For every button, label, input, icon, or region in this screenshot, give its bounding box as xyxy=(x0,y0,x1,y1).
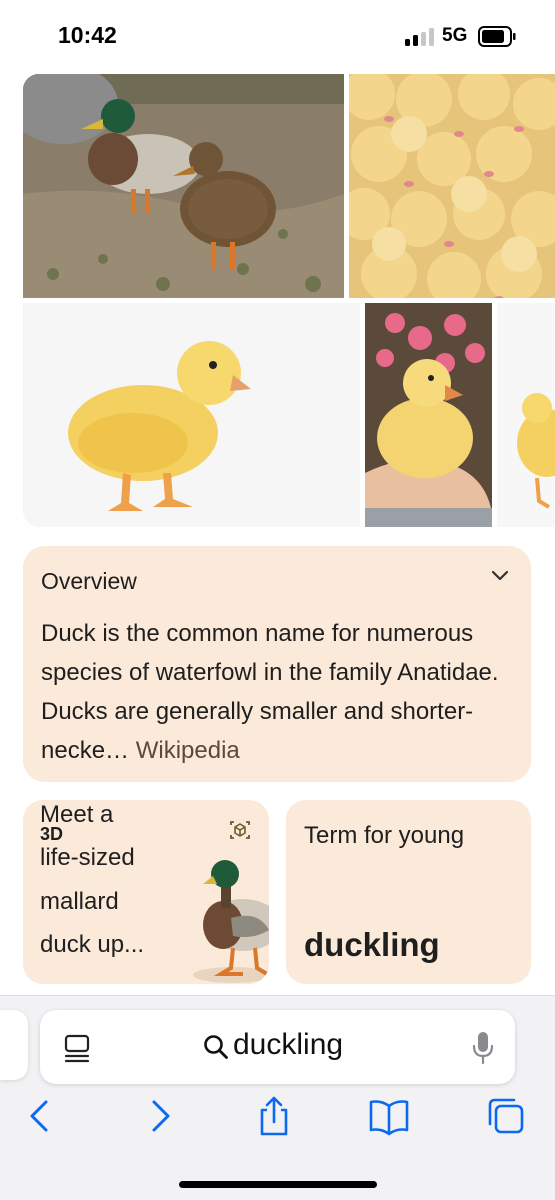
chevron-down-icon[interactable] xyxy=(489,564,511,586)
search-icon xyxy=(204,1035,228,1059)
duckling-photo xyxy=(23,303,360,527)
term-answer: duckling xyxy=(304,926,440,963)
duckling-hand-photo xyxy=(365,303,492,527)
status-bar: 10:42 5G xyxy=(0,0,555,68)
image-duckling-in-hand[interactable] xyxy=(365,303,492,527)
mallard-photo xyxy=(23,74,344,298)
image-mallard-pair[interactable] xyxy=(23,74,344,298)
overview-snippet: Duck is the common name for numerous spe… xyxy=(41,620,499,764)
cellular-signal-icon xyxy=(405,28,437,46)
ducklings-photo xyxy=(349,74,555,298)
card-3d-text-line: mallard xyxy=(40,888,119,915)
mallard-3d-image xyxy=(193,860,269,983)
card-3d-text-line: duck up... xyxy=(40,931,145,958)
term-for-young-card[interactable]: Term for young duckling xyxy=(286,800,531,984)
microphone-icon[interactable] xyxy=(471,1030,495,1066)
chevron-left-icon[interactable] xyxy=(18,1094,62,1138)
battery-icon xyxy=(478,26,516,47)
status-time: 10:42 xyxy=(58,22,117,48)
duckling-partial-photo xyxy=(497,303,555,527)
page-menu-icon[interactable] xyxy=(62,1032,92,1064)
image-duckling-partial[interactable] xyxy=(497,303,555,527)
chevron-right-icon[interactable] xyxy=(138,1094,182,1138)
home-indicator xyxy=(179,1181,377,1188)
address-bar[interactable]: duckling xyxy=(40,1010,515,1084)
term-title: Term for young xyxy=(304,822,465,849)
share-icon[interactable] xyxy=(252,1094,296,1138)
overview-body: Duck is the common name for numerous spe… xyxy=(41,614,519,770)
3d-duck-card[interactable]: Meet a 3D life-sized mallard duck up... xyxy=(23,800,269,984)
card-3d-text-line: life-sized xyxy=(40,844,135,871)
image-yellow-duckling[interactable] xyxy=(23,303,360,527)
browser-toolbar: duckling xyxy=(0,995,555,1200)
network-type: 5G xyxy=(442,25,468,46)
overview-title: Overview xyxy=(41,568,137,594)
card-3d-text-line: 3D xyxy=(40,824,64,844)
image-ducklings-crowd[interactable] xyxy=(349,74,555,298)
search-query-text[interactable]: duckling xyxy=(233,1028,343,1062)
ar-cube-icon xyxy=(230,821,250,839)
wikipedia-link[interactable]: Wikipedia xyxy=(136,737,240,764)
overview-card[interactable]: Overview Duck is the common name for num… xyxy=(23,546,531,782)
tabs-icon[interactable] xyxy=(484,1094,528,1138)
previous-tab-peek[interactable] xyxy=(0,1010,28,1080)
book-icon[interactable] xyxy=(367,1094,411,1138)
